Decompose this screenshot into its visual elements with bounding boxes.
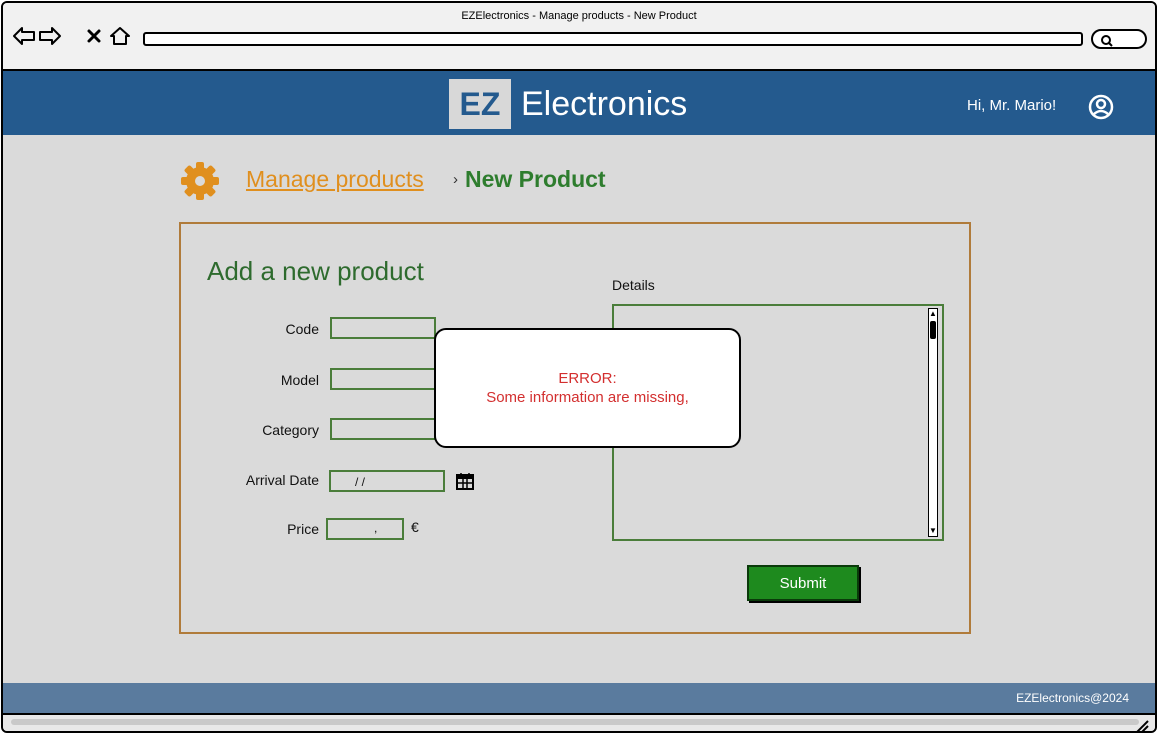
scroll-thumb[interactable] xyxy=(930,321,936,339)
breadcrumb-separator: › xyxy=(453,171,458,188)
scroll-up-icon[interactable]: ▲ xyxy=(929,309,937,319)
category-label: Category xyxy=(262,422,319,438)
details-label: Details xyxy=(612,277,655,293)
price-field[interactable] xyxy=(326,518,404,540)
arrival-date-value: / / xyxy=(355,475,366,489)
user-icon[interactable] xyxy=(1087,93,1115,126)
scroll-down-icon[interactable]: ▼ xyxy=(929,526,937,536)
error-message: Some information are missing, xyxy=(486,389,689,406)
currency-symbol: € xyxy=(411,519,419,535)
arrival-date-field[interactable] xyxy=(329,470,445,492)
forward-arrow-icon[interactable] xyxy=(37,23,63,49)
model-field[interactable] xyxy=(330,368,436,390)
footer: EZElectronics@2024 xyxy=(3,683,1155,713)
details-scrollbar[interactable]: ▲ ▼ xyxy=(928,308,938,537)
error-dialog: ERROR: Some information are missing, xyxy=(434,328,741,448)
home-icon[interactable] xyxy=(107,23,133,49)
breadcrumb-manage-products[interactable]: Manage products xyxy=(246,166,424,193)
model-label: Model xyxy=(280,372,319,388)
calendar-icon[interactable] xyxy=(456,472,474,495)
price-value: , xyxy=(374,521,378,535)
window-title: EZElectronics - Manage products - New Pr… xyxy=(461,10,697,22)
user-greeting: Hi, Mr. Mario! xyxy=(967,97,1057,114)
breadcrumb-current: New Product xyxy=(465,166,606,192)
logo-mark: EZ xyxy=(449,79,511,129)
error-title: ERROR: xyxy=(558,370,617,387)
logo-text: Electronics xyxy=(521,84,688,123)
search-icon xyxy=(1101,35,1113,47)
back-arrow-icon[interactable] xyxy=(11,23,37,49)
footer-text: EZElectronics@2024 xyxy=(1016,691,1129,705)
app-header: EZ Electronics Hi, Mr. Mario! xyxy=(3,71,1155,135)
logo[interactable]: EZ Electronics xyxy=(449,79,687,129)
browser-window: EZElectronics - Manage products - New Pr… xyxy=(1,1,1157,733)
arrival-date-label: Arrival Date xyxy=(245,472,319,488)
category-field[interactable] xyxy=(330,418,436,440)
browser-search-button[interactable] xyxy=(1091,29,1147,49)
form-title: Add a new product xyxy=(207,256,424,286)
code-field[interactable] xyxy=(330,317,436,339)
code-label: Code xyxy=(285,321,319,337)
gear-icon xyxy=(179,160,221,207)
resize-icon[interactable] xyxy=(1135,719,1149,731)
browser-chrome: EZElectronics - Manage products - New Pr… xyxy=(3,3,1155,71)
price-label: Price xyxy=(287,521,319,537)
submit-button[interactable]: Submit xyxy=(747,565,859,601)
address-bar[interactable] xyxy=(143,32,1083,46)
horizontal-scrollbar[interactable] xyxy=(3,713,1155,731)
scroll-track[interactable] xyxy=(11,719,1139,725)
close-icon[interactable] xyxy=(81,23,107,49)
